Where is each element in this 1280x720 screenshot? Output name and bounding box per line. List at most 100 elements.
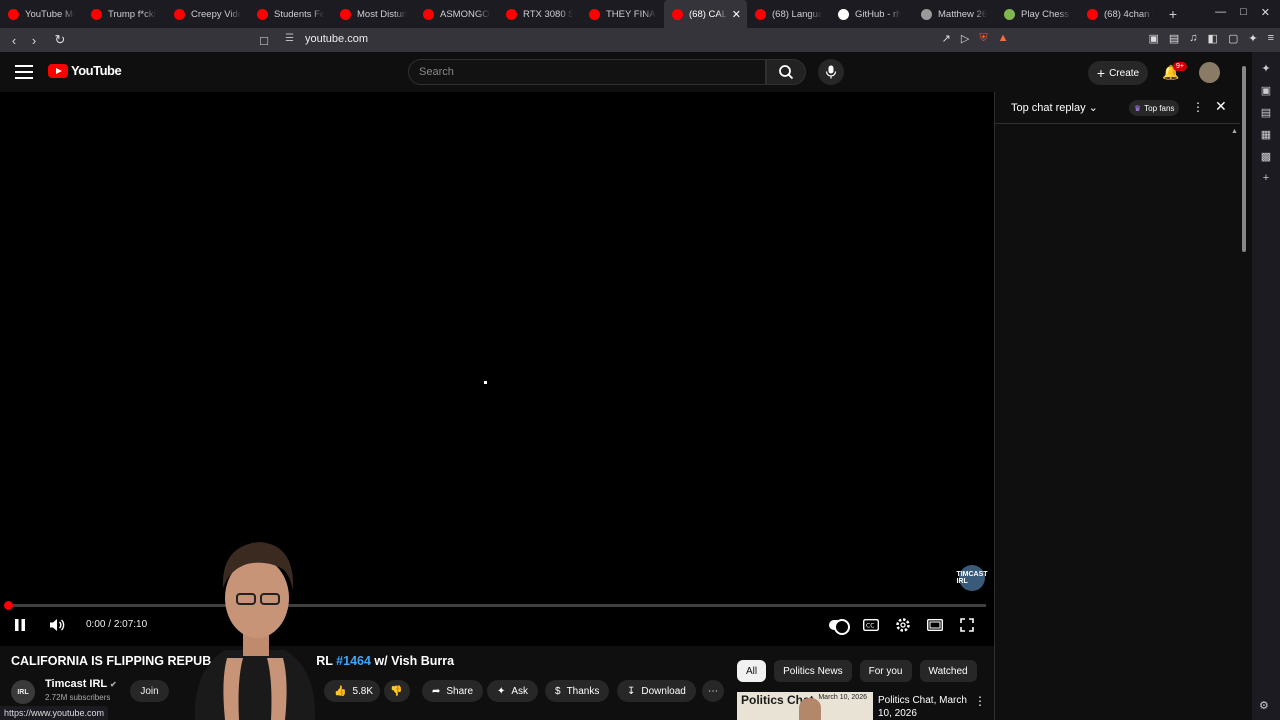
chat-mode-dropdown[interactable]: Top chat replay ⌄ xyxy=(1011,101,1098,114)
recommendation-thumbnail[interactable]: Politics Chat March 10, 2026 xyxy=(737,692,873,720)
like-button[interactable]: 👍 5.8K xyxy=(324,680,380,702)
brave-shield-icon[interactable]: ⛨ xyxy=(979,32,987,45)
more-options-icon[interactable]: ⋮ xyxy=(1192,100,1204,114)
sparkle-icon: ✦ xyxy=(497,685,506,697)
recommendation-menu-icon[interactable]: ⋮ xyxy=(974,694,986,708)
browser-tab[interactable]: THEY FINAL xyxy=(581,0,664,28)
progress-bar[interactable] xyxy=(8,604,986,607)
join-button[interactable]: Join xyxy=(130,680,169,702)
chat-header: Top chat replay ⌄ ♛ Top fans ⋮ ✕ xyxy=(995,92,1245,124)
browser-tab[interactable]: (68) Langua xyxy=(747,0,830,28)
reload-icon[interactable]: ↻ xyxy=(50,32,70,48)
volume-icon[interactable] xyxy=(49,618,65,632)
voice-search-button[interactable] xyxy=(818,59,844,85)
screenshot-icon[interactable]: ▢ xyxy=(1228,32,1238,45)
chat-title: Top chat replay xyxy=(1011,102,1086,114)
search-button[interactable] xyxy=(766,59,806,85)
browser-tab[interactable]: Most Disturb xyxy=(332,0,415,28)
minimize-icon[interactable]: — xyxy=(1215,6,1226,19)
sidebar-settings-icon[interactable]: ⚙ xyxy=(1259,699,1269,712)
top-fans-label: Top fans xyxy=(1144,103,1175,113)
tab-favicon-icon xyxy=(423,8,434,20)
thanks-button[interactable]: $ Thanks xyxy=(545,680,610,702)
chevron-down-icon: ⌄ xyxy=(1088,102,1098,114)
wallet-panel-icon[interactable]: ▤ xyxy=(1261,106,1271,119)
browser-tab[interactable]: Play Chess O xyxy=(996,0,1079,28)
download-button[interactable]: ↧ Download xyxy=(617,680,696,702)
browser-tab[interactable]: Students Fe xyxy=(249,0,332,28)
tab-title: ASMONGOL xyxy=(440,8,490,20)
bookmark-icon[interactable]: □ xyxy=(254,33,274,48)
top-fans-button[interactable]: ♛ Top fans xyxy=(1129,100,1180,116)
forward-icon[interactable]: › xyxy=(24,33,44,48)
bookmarks-panel-icon[interactable]: ▦ xyxy=(1261,128,1271,141)
browser-tab[interactable]: Trump f*cki xyxy=(83,0,166,28)
browser-tab[interactable]: (68) 4chan S xyxy=(1079,0,1162,28)
search-input[interactable]: Search xyxy=(408,59,766,85)
tab-favicon-icon xyxy=(589,8,600,20)
create-button[interactable]: + Create xyxy=(1088,61,1148,85)
filter-chip[interactable]: Watched xyxy=(919,660,977,682)
add-panel-icon[interactable]: + xyxy=(1263,172,1269,184)
close-tab-icon[interactable]: ✕ xyxy=(732,8,741,21)
more-actions-button[interactable]: ⋯ xyxy=(702,680,724,702)
theater-mode-icon[interactable] xyxy=(927,619,943,631)
pause-icon[interactable] xyxy=(14,619,26,631)
browser-tab[interactable]: RTX 3080 Sc xyxy=(498,0,581,28)
tab-title: (68) Langua xyxy=(772,8,822,20)
share-icon: ➦ xyxy=(432,685,441,697)
site-info-icon[interactable]: ☰ xyxy=(285,33,294,44)
ask-button[interactable]: ✦ Ask xyxy=(487,680,539,702)
ask-label: Ask xyxy=(511,685,529,697)
hamburger-menu-icon[interactable] xyxy=(15,65,33,79)
browser-tab[interactable]: YouTube Mu xyxy=(0,0,83,28)
rewards-icon[interactable]: ▲ xyxy=(998,32,1009,45)
autoplay-toggle[interactable] xyxy=(829,619,850,635)
close-window-icon[interactable]: ✕ xyxy=(1261,6,1270,19)
title-hashtag[interactable]: #1464 xyxy=(336,654,371,668)
channel-watermark[interactable]: TIMCAST IRL xyxy=(956,565,988,591)
maximize-icon[interactable]: □ xyxy=(1240,6,1247,19)
filter-chip[interactable]: All xyxy=(737,660,767,682)
music-icon[interactable]: ♫ xyxy=(1189,32,1197,45)
channel-name[interactable]: Timcast IRL ✔ xyxy=(45,678,117,690)
captions-icon[interactable]: CC xyxy=(863,619,879,631)
fullscreen-icon[interactable] xyxy=(960,618,974,632)
tab-title: Matthew 26 xyxy=(938,8,988,20)
filter-chip[interactable]: For you xyxy=(859,660,912,682)
page-scrollbar-thumb[interactable] xyxy=(1242,66,1246,252)
send-icon[interactable]: ▷ xyxy=(961,32,969,45)
leo-ai-icon[interactable]: ✦ xyxy=(1261,62,1270,75)
sidebar-toggle-icon[interactable]: ◧ xyxy=(1208,32,1218,45)
filter-chip[interactable]: Politics News xyxy=(774,660,852,682)
settings-gear-icon[interactable] xyxy=(895,617,911,633)
new-tab-button[interactable]: + xyxy=(1162,6,1184,22)
url-field[interactable]: youtube.com xyxy=(305,33,368,45)
browser-tab[interactable]: Matthew 26 xyxy=(913,0,996,28)
youtube-logo[interactable]: YouTube xyxy=(48,63,122,78)
leo-icon[interactable]: ✦ xyxy=(1248,32,1257,45)
browser-tab[interactable]: Creepy Vide xyxy=(166,0,249,28)
back-icon[interactable]: ‹ xyxy=(4,33,24,48)
recommendation-title[interactable]: Politics Chat, March 10, 2026 xyxy=(878,694,970,720)
channel-avatar[interactable]: IRL xyxy=(11,680,35,704)
media-icon[interactable]: ▣ xyxy=(1261,84,1271,97)
open-external-icon[interactable]: ↗ xyxy=(942,32,951,45)
browser-tab[interactable]: ASMONGOL xyxy=(415,0,498,28)
close-chat-icon[interactable]: ✕ xyxy=(1215,98,1227,115)
create-label: Create xyxy=(1109,67,1140,79)
dislike-button[interactable]: 👎 xyxy=(384,680,410,702)
more-horizontal-icon: ⋯ xyxy=(708,685,718,697)
account-avatar[interactable] xyxy=(1199,62,1220,83)
share-button[interactable]: ➦ Share xyxy=(422,680,484,702)
chat-scroll-up-icon[interactable]: ▲ xyxy=(1231,128,1238,138)
wallet-icon[interactable]: ▤ xyxy=(1169,32,1179,45)
video-player[interactable]: TIMCAST IRL 0:00 / 2:07:10 CC xyxy=(0,92,994,646)
browser-tab[interactable]: GitHub - rh xyxy=(830,0,913,28)
menu-icon[interactable]: ≡ xyxy=(1268,32,1274,45)
browser-tab[interactable]: (68) CAL ✕ xyxy=(664,0,747,28)
reading-list-icon[interactable]: ▩ xyxy=(1261,150,1271,163)
logo-text: YouTube xyxy=(71,63,122,78)
progress-scrubber[interactable] xyxy=(4,601,13,610)
extensions-icon[interactable]: ▣ xyxy=(1148,32,1158,45)
